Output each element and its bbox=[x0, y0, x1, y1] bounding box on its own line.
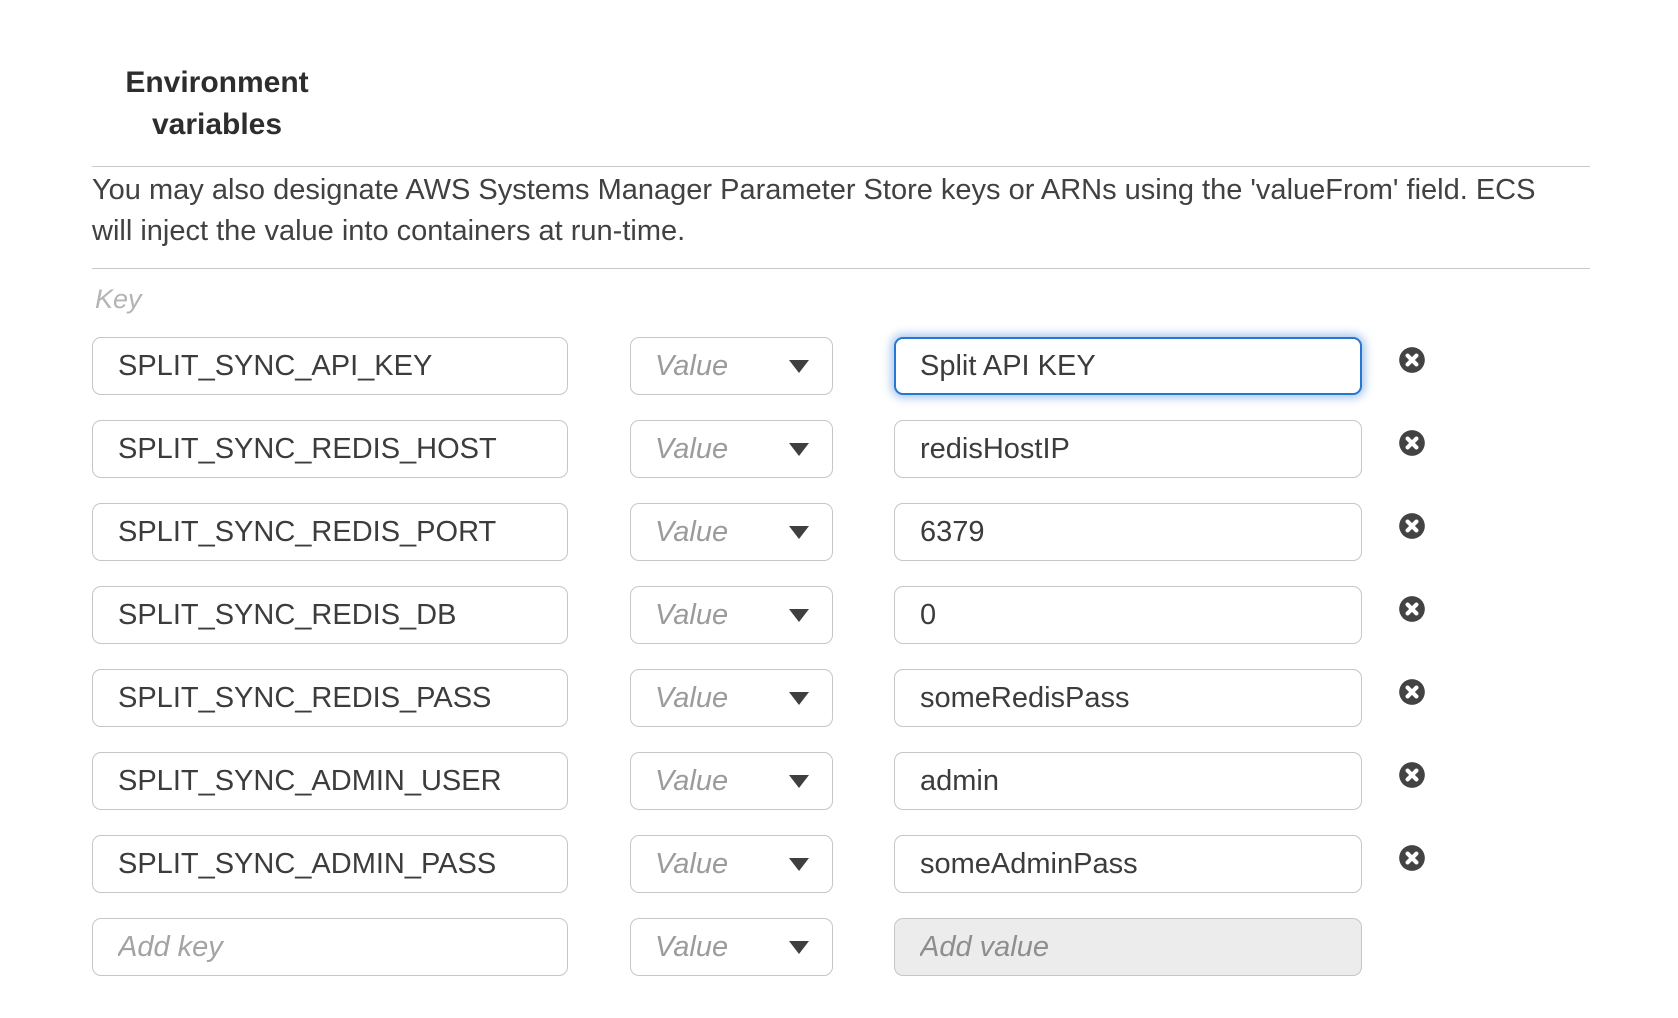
env-variables-list: Value Value Value bbox=[92, 337, 1426, 1001]
x-circle-icon bbox=[1398, 678, 1426, 706]
value-type-select[interactable]: Value bbox=[630, 918, 833, 976]
x-circle-icon bbox=[1398, 761, 1426, 789]
x-circle-icon bbox=[1398, 595, 1426, 623]
env-key-input[interactable] bbox=[92, 669, 568, 727]
env-variable-row: Value bbox=[92, 835, 1426, 893]
env-variable-row: Value bbox=[92, 503, 1426, 561]
chevron-down-icon bbox=[788, 774, 810, 789]
env-key-input[interactable] bbox=[92, 835, 568, 893]
value-type-label: Value bbox=[655, 682, 728, 715]
env-variable-row: Value bbox=[92, 586, 1426, 644]
env-variable-row: Value bbox=[92, 420, 1426, 478]
chevron-down-icon bbox=[788, 359, 810, 374]
value-type-label: Value bbox=[655, 599, 728, 632]
remove-row-button[interactable] bbox=[1398, 429, 1426, 457]
value-type-select[interactable]: Value bbox=[630, 337, 833, 395]
row-spacer bbox=[1398, 918, 1426, 946]
value-type-label: Value bbox=[655, 765, 728, 798]
chevron-down-icon bbox=[788, 608, 810, 623]
x-circle-icon bbox=[1398, 429, 1426, 457]
remove-row-button[interactable] bbox=[1398, 346, 1426, 374]
divider-top bbox=[92, 166, 1590, 167]
env-value-input[interactable] bbox=[894, 503, 1362, 561]
remove-row-button[interactable] bbox=[1398, 844, 1426, 872]
env-key-input[interactable] bbox=[92, 503, 568, 561]
value-type-select[interactable]: Value bbox=[630, 835, 833, 893]
env-variables-description: You may also designate AWS Systems Manag… bbox=[92, 170, 1552, 252]
add-value-input[interactable] bbox=[894, 918, 1362, 976]
chevron-down-icon bbox=[788, 940, 810, 955]
environment-variables-label: Environment variables bbox=[92, 62, 342, 146]
env-key-input[interactable] bbox=[92, 752, 568, 810]
divider-bottom bbox=[92, 268, 1590, 269]
key-column-header: Key bbox=[95, 284, 142, 315]
value-type-label: Value bbox=[655, 433, 728, 466]
env-value-input[interactable] bbox=[894, 420, 1362, 478]
value-type-label: Value bbox=[655, 848, 728, 881]
remove-row-button[interactable] bbox=[1398, 595, 1426, 623]
env-value-input[interactable] bbox=[894, 337, 1362, 395]
value-type-select[interactable]: Value bbox=[630, 752, 833, 810]
value-type-select[interactable]: Value bbox=[630, 669, 833, 727]
env-value-input[interactable] bbox=[894, 752, 1362, 810]
chevron-down-icon bbox=[788, 525, 810, 540]
value-type-label: Value bbox=[655, 516, 728, 549]
env-variable-row: Value bbox=[92, 752, 1426, 810]
value-type-select[interactable]: Value bbox=[630, 503, 833, 561]
value-type-select[interactable]: Value bbox=[630, 586, 833, 644]
value-type-select[interactable]: Value bbox=[630, 420, 833, 478]
chevron-down-icon bbox=[788, 857, 810, 872]
add-env-variable-row: Value bbox=[92, 918, 1426, 976]
env-value-input[interactable] bbox=[894, 835, 1362, 893]
chevron-down-icon bbox=[788, 691, 810, 706]
remove-row-button[interactable] bbox=[1398, 761, 1426, 789]
add-key-input[interactable] bbox=[92, 918, 568, 976]
value-type-label: Value bbox=[655, 350, 728, 383]
env-key-input[interactable] bbox=[92, 420, 568, 478]
env-key-input[interactable] bbox=[92, 586, 568, 644]
remove-row-button[interactable] bbox=[1398, 512, 1426, 540]
value-type-label: Value bbox=[655, 931, 728, 964]
env-variable-row: Value bbox=[92, 337, 1426, 395]
chevron-down-icon bbox=[788, 442, 810, 457]
remove-row-button[interactable] bbox=[1398, 678, 1426, 706]
env-value-input[interactable] bbox=[894, 669, 1362, 727]
x-circle-icon bbox=[1398, 346, 1426, 374]
env-value-input[interactable] bbox=[894, 586, 1362, 644]
env-key-input[interactable] bbox=[92, 337, 568, 395]
x-circle-icon bbox=[1398, 512, 1426, 540]
x-circle-icon bbox=[1398, 844, 1426, 872]
env-variable-row: Value bbox=[92, 669, 1426, 727]
